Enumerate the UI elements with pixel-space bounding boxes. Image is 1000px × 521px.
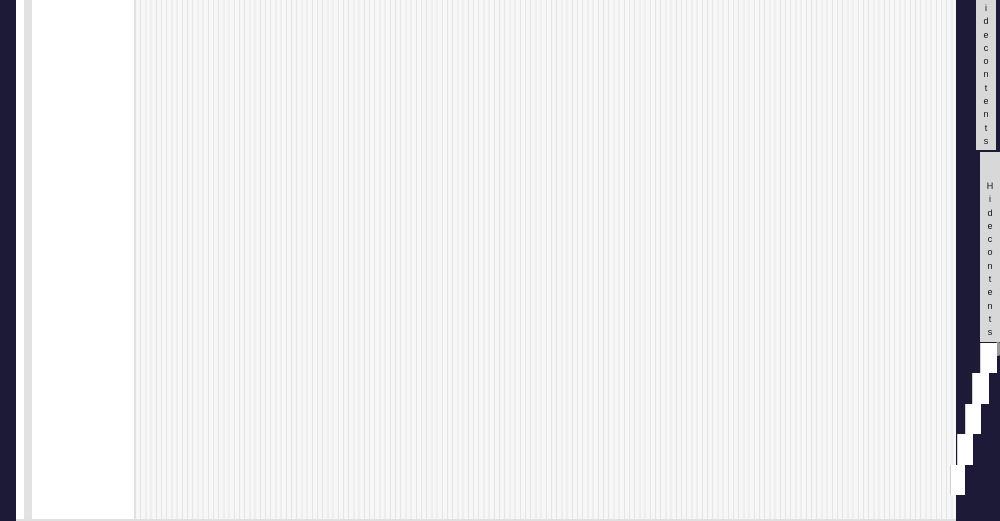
striped-content-region bbox=[134, 0, 957, 521]
toc-toggle-letter: o bbox=[987, 247, 993, 258]
toc-toggle-letter: c bbox=[983, 42, 989, 53]
toc-toggle-letter: e bbox=[983, 29, 989, 40]
hide-contents-toggle-top[interactable]: idecontents bbox=[976, 0, 996, 150]
toc-toggle-letter: n bbox=[987, 260, 993, 271]
stacked-panel-5 bbox=[950, 465, 965, 495]
left-frame-edge bbox=[0, 0, 16, 521]
stacked-panel-4 bbox=[957, 434, 973, 465]
toc-toggle-letter: H bbox=[986, 181, 994, 191]
hide-contents-toggle[interactable]: Hidecontents bbox=[980, 152, 1000, 342]
toc-toggle-letter: t bbox=[988, 313, 992, 324]
toc-toggle-letter: s bbox=[983, 135, 989, 146]
toc-toggle-letter: i bbox=[985, 3, 987, 13]
toc-toggle-letter: t bbox=[984, 122, 988, 133]
toc-toggle-letter: d bbox=[983, 16, 989, 27]
stacked-panel-3 bbox=[965, 404, 981, 434]
toc-toggle-letter: i bbox=[989, 194, 991, 205]
toc-toggle-letter: s bbox=[987, 327, 993, 338]
toc-toggle-letter: n bbox=[987, 300, 993, 311]
stacked-panel-2 bbox=[972, 373, 989, 404]
blank-column bbox=[32, 0, 134, 521]
toc-toggle-letter: c bbox=[987, 234, 993, 245]
toc-toggle-letter: e bbox=[987, 287, 993, 298]
toc-toggle-letter: e bbox=[983, 96, 989, 107]
toc-toggle-letter: o bbox=[983, 56, 989, 67]
toc-toggle-letter: t bbox=[988, 274, 992, 285]
toc-toggle-letter: d bbox=[987, 207, 993, 218]
stacked-panel-1 bbox=[980, 343, 997, 373]
left-gutter-bar bbox=[24, 0, 32, 521]
toc-toggle-letter: e bbox=[987, 220, 993, 231]
toc-toggle-letter: t bbox=[984, 82, 988, 93]
toc-toggle-letter: n bbox=[983, 69, 989, 80]
toc-toggle-letter: n bbox=[983, 109, 989, 120]
